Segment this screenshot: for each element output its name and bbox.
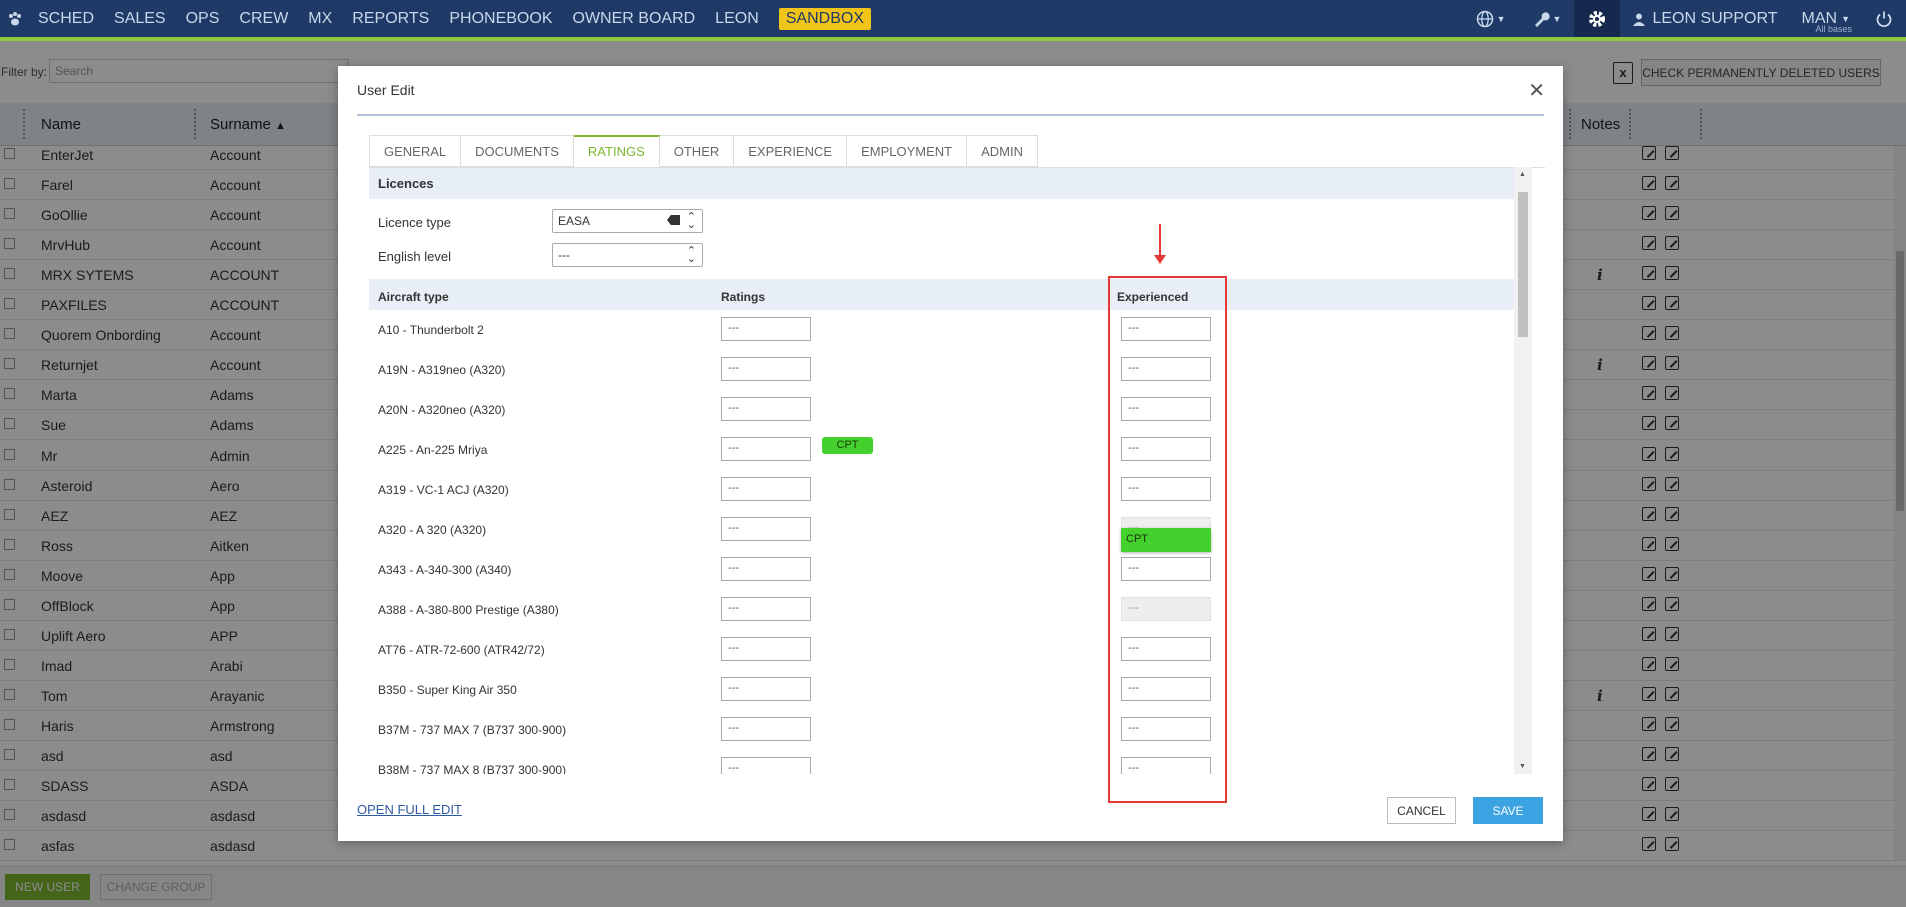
annotation-arrow [1159,224,1161,258]
nav-item-reports[interactable]: REPORTS [342,0,439,37]
ratings-panel: Licences Licence type EASA ⌃ ⌄ English le… [369,167,1545,774]
licence-type-label: Licence type [378,215,451,230]
nav-item-leon[interactable]: LEON [705,0,769,37]
top-nav: SCHED SALES OPS CREW MX REPORTS PHONEBOOK OWNER… [0,0,1906,41]
nav-item-sales[interactable]: SALES [104,0,176,37]
rating-input[interactable]: --- [721,397,811,421]
cancel-button[interactable]: CANCEL [1387,797,1456,824]
col-ratings: Ratings [721,290,766,304]
paw-logo-icon[interactable] [2,0,28,37]
nav-item-crew[interactable]: CREW [229,0,298,37]
user-icon [1633,13,1646,26]
rating-input[interactable]: --- [721,317,811,341]
rating-input[interactable]: --- [721,477,811,501]
globe-icon[interactable]: ▼ [1463,0,1519,37]
licences-header: Licences [369,168,1528,199]
base-subtitle: All bases [1815,24,1852,34]
panel-scrollbar[interactable]: ▲ ▼ [1514,167,1532,774]
user-menu[interactable]: LEON SUPPORT [1620,0,1789,37]
panel-scrollbar-thumb[interactable] [1518,192,1528,337]
modal-title: User Edit [357,82,415,98]
clear-icon[interactable] [667,215,680,225]
nav-item-phonebook[interactable]: PHONEBOOK [439,0,562,37]
annotation-highlight-box [1108,276,1227,803]
aircraft-type-label: B37M - 737 MAX 7 (B737 300-900) [378,723,567,737]
aircraft-type-label: AT76 - ATR-72-600 (ATR42/72) [378,643,545,657]
scroll-down-icon[interactable]: ▼ [1519,763,1526,770]
base-selector[interactable]: MAN ▼ All bases [1790,0,1862,37]
rating-input[interactable]: --- [721,637,811,661]
nav-sandbox[interactable]: SANDBOX [769,0,881,37]
aircraft-row: A20N - A320neo (A320) --- --- [369,390,1528,430]
nav-menu: SCHED SALES OPS CREW MX REPORTS PHONEBOOK OWNER… [28,0,769,37]
aircraft-row: B38M - 737 MAX 8 (B737 300-900) --- --- [369,750,1528,774]
rating-input[interactable]: --- [721,757,811,774]
tab-admin[interactable]: ADMIN [967,135,1038,167]
aircraft-type-label: B38M - 737 MAX 8 (B737 300-900) [378,763,567,774]
updown-arrows-icon: ⌃ ⌄ [686,211,696,231]
tab-documents[interactable]: DOCUMENTS [461,135,574,167]
licence-type-select[interactable]: EASA ⌃ ⌄ [552,209,703,233]
rating-input[interactable]: --- [721,517,811,541]
user-edit-modal: User Edit ✕ GENERAL DOCUMENTS RATINGS OTHER… [338,66,1563,841]
aircraft-type-label: A319 - VC-1 ACJ (A320) [378,483,509,497]
aircraft-row: A320 - A 320 (A320)------ [369,510,1528,550]
save-button[interactable]: SAVE [1473,797,1543,824]
scroll-up-icon[interactable]: ▲ [1519,171,1526,178]
updown-arrows-icon: ⌃ ⌄ [686,245,696,265]
tab-ratings[interactable]: RATINGS [573,135,660,167]
nav-item-mx[interactable]: MX [298,0,342,37]
modal-divider [357,114,1544,116]
aircraft-row: A225 - An-225 Mriya --- CPT --- [369,430,1528,470]
aircraft-row: A388 - A-380-800 Prestige (A380) --- --- [369,590,1528,630]
aircraft-row: A10 - Thunderbolt 2 --- --- [369,310,1528,350]
tab-other[interactable]: OTHER [659,135,735,167]
aircraft-row: A319 - VC-1 ACJ (A320) --- --- [369,470,1528,510]
wrench-icon[interactable]: ▼ [1519,0,1575,37]
annotation-arrow-head [1154,255,1166,264]
rating-input[interactable]: --- [721,717,811,741]
aircraft-type-label: A20N - A320neo (A320) [378,403,506,417]
sandbox-badge: SANDBOX [778,7,871,30]
aircraft-row: A19N - A319neo (A320) --- --- [369,350,1528,390]
rating-input[interactable]: --- [721,597,811,621]
nav-right: ▼ ▼ LEON SUPPORT MAN ▼ All bases [1463,0,1906,37]
user-name: LEON SUPPORT [1652,9,1778,27]
aircraft-type-label: A320 - A 320 (A320) [378,523,487,537]
chevron-down-icon: ▼ [1841,13,1850,24]
aircraft-columns-header: Aircraft type Ratings Experienced [369,279,1528,310]
aircraft-type-label: B350 - Super King Air 350 [378,683,517,697]
close-icon[interactable]: ✕ [1528,78,1545,103]
rating-input[interactable]: --- [721,677,811,701]
english-level-label: English level [378,249,451,264]
nav-item-owner-board[interactable]: OWNER BOARD [563,0,706,37]
col-aircraft-type: Aircraft type [378,290,449,304]
aircraft-row: AT76 - ATR-72-600 (ATR42/72) --- --- [369,630,1528,670]
aircraft-row: B350 - Super King Air 350 --- --- [369,670,1528,710]
open-full-edit-link[interactable]: OPEN FULL EDIT [357,802,462,817]
rating-input[interactable]: --- [721,557,811,581]
power-icon[interactable] [1862,0,1906,37]
modal-tabs: GENERAL DOCUMENTS RATINGS OTHER EXPERIENCE EM… [369,135,1038,167]
aircraft-type-label: A10 - Thunderbolt 2 [378,323,484,337]
rating-input[interactable]: --- [721,437,811,461]
aircraft-row: A343 - A-340-300 (A340) --- --- [369,550,1528,590]
aircraft-type-label: A19N - A319neo (A320) [378,363,506,377]
tab-general[interactable]: GENERAL [369,135,462,167]
tab-employment[interactable]: EMPLOYMENT [847,135,968,167]
tab-experience[interactable]: EXPERIENCE [734,135,848,167]
rating-input[interactable]: --- [721,357,811,381]
nav-item-sched[interactable]: SCHED [28,0,104,37]
nav-item-ops[interactable]: OPS [176,0,230,37]
english-level-select[interactable]: --- ⌃ ⌄ [552,243,703,267]
rating-badge[interactable]: CPT [822,437,873,454]
aircraft-type-label: A225 - An-225 Mriya [378,443,488,457]
aircraft-type-label: A343 - A-340-300 (A340) [378,563,512,577]
gear-icon[interactable] [1574,0,1621,37]
aircraft-row: B37M - 737 MAX 7 (B737 300-900) --- --- [369,710,1528,750]
aircraft-type-label: A388 - A-380-800 Prestige (A380) [378,603,559,617]
